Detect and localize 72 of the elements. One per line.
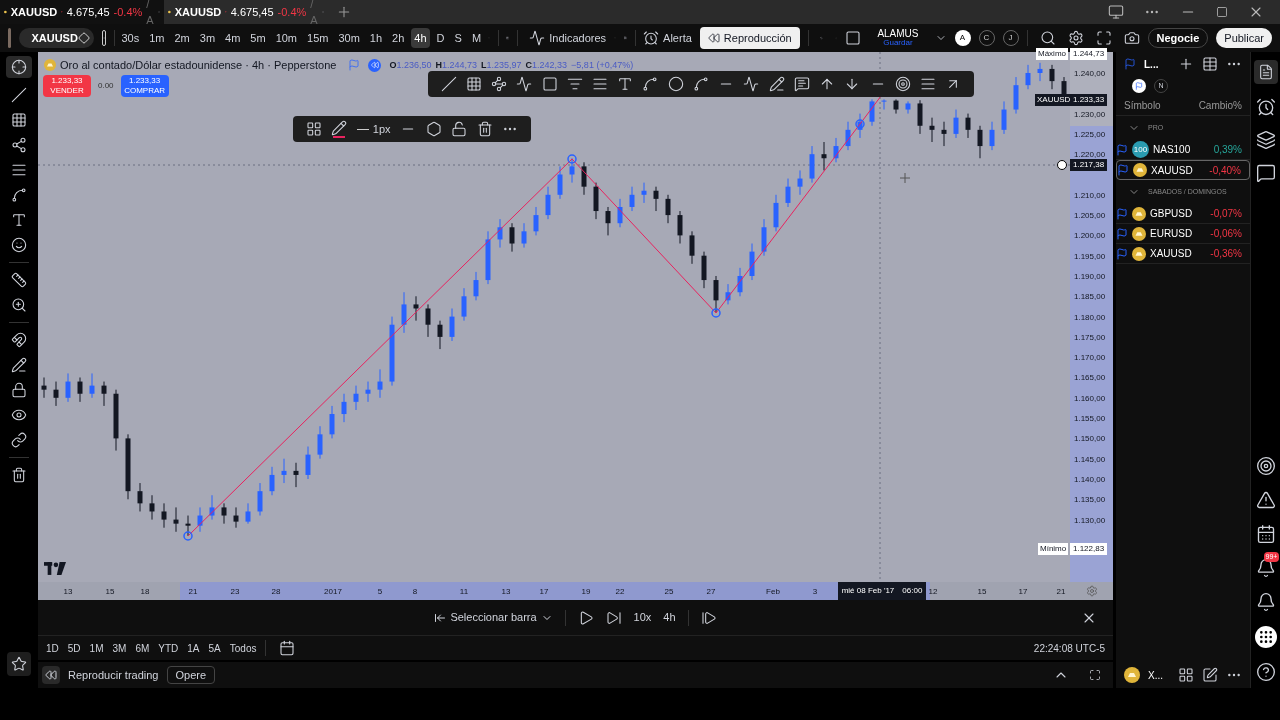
tab-symbol: XAUUSD (174, 4, 222, 20)
symbol-name: XAUUSD (1151, 163, 1193, 178)
symbol-name: GBPUSD (1150, 207, 1193, 221)
price-label: 1.240,00 (1074, 68, 1106, 80)
price-label: 1.130,00 (1074, 514, 1106, 527)
tab-price: 4.675,45 (66, 4, 110, 20)
price-label: 1.195,00 (1074, 250, 1106, 263)
ohlc-value: H1.244,73 (435, 58, 477, 72)
time-label: 15 (105, 586, 115, 598)
time-label: 13 (501, 586, 511, 598)
symbol-name: NAS100 (1153, 143, 1191, 157)
symbol-logo: 100 (1132, 141, 1149, 158)
time-label: 11 (459, 586, 469, 598)
time-label: 13 (63, 586, 73, 598)
time-label: 28 (271, 586, 281, 598)
price-label: 1.150,00 (1074, 433, 1106, 446)
price-label: 1.165,00 (1074, 372, 1106, 385)
price-label: 1.155,00 (1074, 413, 1106, 426)
time-label: 27 (706, 586, 716, 598)
price-label: 1.225,00 (1074, 128, 1106, 141)
cursor-time: 06:00 (902, 585, 923, 597)
price-label: 1.170,00 (1074, 352, 1106, 365)
ohlc-value: C1.242,33 (525, 58, 568, 72)
price-label: 1.140,00 (1074, 474, 1106, 486)
replay-trading-label: Reproducir trading (68, 667, 159, 683)
price-label: 1.190,00 (1074, 271, 1106, 283)
time-label: 21 (1056, 586, 1066, 598)
tab-symbol: XAUUSD (10, 4, 58, 20)
time-label: 8 (412, 586, 418, 598)
time-label: 3 (812, 586, 818, 598)
price-label: 1.200,00 (1074, 230, 1106, 243)
symbol-name: XAUUSD (1150, 247, 1192, 261)
change-value: -0,40% (1209, 163, 1241, 178)
tab-change: -0.4% (113, 4, 143, 20)
clock: 22:24:08 UTC-5 (1033, 641, 1105, 656)
price-label: 1.175,00 (1074, 331, 1106, 344)
time-label: 19 (581, 586, 591, 598)
change-value: -0,36% (1210, 247, 1242, 261)
price-label: 1.145,00 (1074, 453, 1106, 466)
time-label: 23 (230, 586, 240, 598)
price-label: 1.185,00 (1074, 291, 1106, 304)
cursor-date: mié 08 Feb '17 (841, 585, 895, 597)
change-value: −5,81 (+0,47%) (571, 58, 634, 72)
change-value: 0,39% (1213, 143, 1242, 157)
tab-change: -0.4% (277, 4, 307, 20)
price-label: 1.135,00 (1074, 494, 1106, 507)
time-label: 17 (539, 586, 549, 598)
time-label: 2017 (324, 586, 342, 598)
price-label: 1.205,00 (1074, 210, 1106, 223)
symbol-label: XAUUSD (1035, 94, 1073, 107)
ohlc-value: O1.236,50 (389, 58, 432, 72)
time-label: Feb (766, 586, 780, 598)
time-label: 21 (188, 586, 198, 598)
tab-price: 4.675,45 (230, 4, 274, 20)
time-label: 12 (928, 586, 938, 598)
price-label: 1.160,00 (1074, 392, 1106, 405)
time-label: 17 (1018, 586, 1028, 598)
ohlc-value: L1.235,97 (481, 58, 522, 72)
change-value: -0,07% (1210, 207, 1242, 221)
time-label: 22 (615, 586, 625, 598)
price-label: 1.210,00 (1074, 189, 1106, 202)
time-label: 25 (664, 586, 674, 598)
last-price-tag: 1.233,33 (1070, 94, 1108, 107)
time-label: 15 (977, 586, 987, 598)
symbol-name: EURUSD (1150, 227, 1193, 241)
time-label: 18 (140, 586, 150, 598)
time-label: 5 (377, 586, 383, 598)
price-label: 1.230,00 (1074, 108, 1106, 121)
spread-value: 0.00 (98, 80, 114, 92)
chart-title: Oro al contado/Dólar estadounidense · 4h · Pepperstone (60, 58, 337, 73)
price-label: 1.180,00 (1074, 311, 1106, 324)
change-value: -0,06% (1210, 227, 1242, 241)
